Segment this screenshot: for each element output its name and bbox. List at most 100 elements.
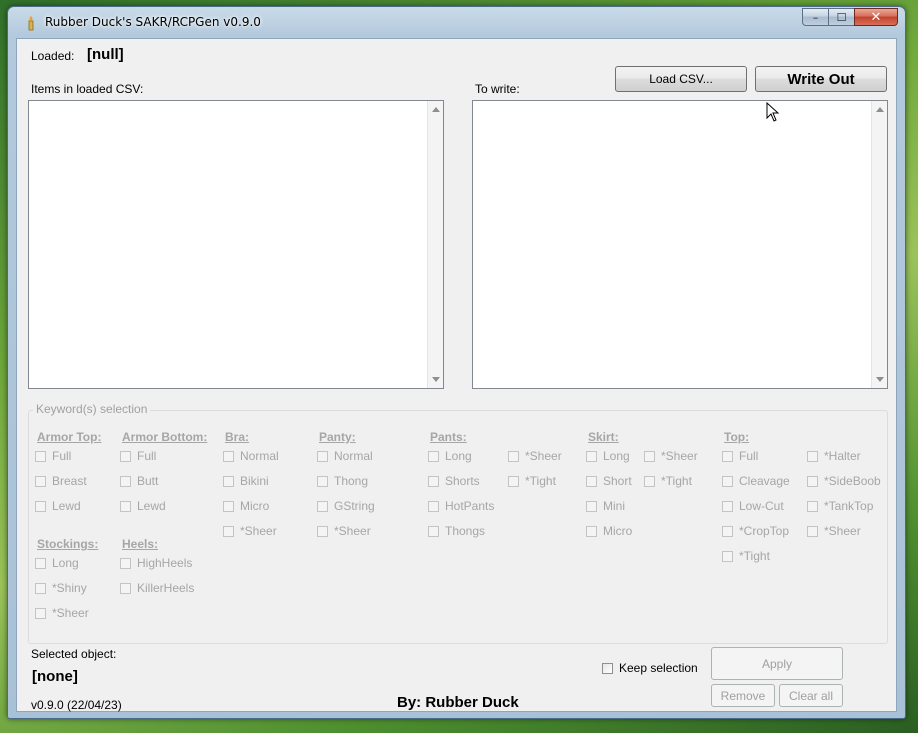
skirt-long-checkbox[interactable]: Long [586, 449, 630, 463]
checkbox-box[interactable] [807, 500, 818, 512]
skirt-micro-checkbox[interactable]: Micro [586, 524, 632, 538]
remove-button[interactable]: Remove [711, 684, 775, 707]
skirt-mini-checkbox[interactable]: Mini [586, 499, 625, 513]
armor-top-breast-checkbox[interactable]: Breast [35, 474, 87, 488]
armor-bottom-butt-checkbox[interactable]: Butt [120, 474, 158, 488]
checkbox-box[interactable] [317, 475, 328, 487]
checkbox-box[interactable] [508, 450, 519, 462]
checkbox-box[interactable] [35, 557, 46, 569]
checkbox-box[interactable] [35, 582, 46, 594]
top-cleavage-checkbox[interactable]: Cleavage [722, 474, 790, 488]
checkbox-box[interactable] [35, 607, 46, 619]
armor-top-full-checkbox[interactable]: Full [35, 449, 71, 463]
panty-thong-checkbox[interactable]: Thong [317, 474, 368, 488]
top-full-checkbox[interactable]: Full [722, 449, 758, 463]
checkbox-box[interactable] [120, 582, 131, 594]
scroll-down-icon[interactable] [432, 377, 440, 382]
armor-bottom-full-checkbox[interactable]: Full [120, 449, 156, 463]
pants-shorts-checkbox[interactable]: Shorts [428, 474, 480, 488]
checkbox-box[interactable] [586, 525, 597, 537]
title-bar[interactable]: Rubber Duck's SAKR/RCPGen v0.9.0 – ☐ ✕ [8, 7, 905, 39]
heels-highheels-checkbox[interactable]: HighHeels [120, 556, 192, 570]
checkbox-box[interactable] [35, 450, 46, 462]
checkbox-box[interactable] [120, 500, 131, 512]
scroll-up-icon[interactable] [432, 107, 440, 112]
panty-sheer-checkbox[interactable]: *Sheer [317, 524, 371, 538]
pants-long-checkbox[interactable]: Long [428, 449, 472, 463]
apply-button[interactable]: Apply [711, 647, 843, 680]
armor-top-lewd-checkbox[interactable]: Lewd [35, 499, 81, 513]
top-tanktop-checkbox[interactable]: *TankTop [807, 499, 873, 513]
heels-killerheels-checkbox[interactable]: KillerHeels [120, 581, 194, 595]
checkbox-box[interactable] [120, 450, 131, 462]
checkbox-box[interactable] [644, 475, 655, 487]
minimize-button[interactable]: – [802, 8, 828, 26]
top-tight-checkbox[interactable]: *Tight [722, 549, 770, 563]
skirt-sheer-checkbox[interactable]: *Sheer [644, 449, 698, 463]
clear-all-button[interactable]: Clear all [779, 684, 843, 707]
checkbox-box[interactable] [807, 450, 818, 462]
items-scrollbar[interactable] [427, 101, 443, 388]
checkbox-box[interactable] [722, 475, 733, 487]
panty-gstring-checkbox[interactable]: GString [317, 499, 375, 513]
stockings-shiny-checkbox[interactable]: *Shiny [35, 581, 87, 595]
checkbox-box[interactable] [722, 525, 733, 537]
scroll-up-icon[interactable] [876, 107, 884, 112]
pants-sheer-checkbox[interactable]: *Sheer [508, 449, 562, 463]
bra-bikini-checkbox[interactable]: Bikini [223, 474, 269, 488]
bra-normal-checkbox[interactable]: Normal [223, 449, 279, 463]
pants-hotpants-checkbox[interactable]: HotPants [428, 499, 494, 513]
keep-selection-checkbox[interactable]: Keep selection [602, 661, 698, 675]
checkbox-box[interactable] [428, 525, 439, 537]
load-csv-button[interactable]: Load CSV... [615, 66, 747, 92]
pants-thongs-checkbox[interactable]: Thongs [428, 524, 485, 538]
checkbox-box[interactable] [317, 525, 328, 537]
stockings-long-checkbox[interactable]: Long [35, 556, 79, 570]
top-sideboob-checkbox[interactable]: *SideBoob [807, 474, 881, 488]
checkbox-box[interactable] [586, 475, 597, 487]
checkbox-box[interactable] [508, 475, 519, 487]
items-listbox[interactable] [28, 100, 444, 389]
top-halter-checkbox[interactable]: *Halter [807, 449, 861, 463]
top-lowcut-checkbox[interactable]: Low-Cut [722, 499, 784, 513]
checkbox-box[interactable] [223, 500, 234, 512]
bra-sheer-checkbox[interactable]: *Sheer [223, 524, 277, 538]
checkbox-box[interactable] [223, 475, 234, 487]
stockings-sheer-checkbox[interactable]: *Sheer [35, 606, 89, 620]
checkbox-box[interactable] [722, 500, 733, 512]
bra-micro-checkbox[interactable]: Micro [223, 499, 269, 513]
checkbox-box[interactable] [428, 500, 439, 512]
maximize-button[interactable]: ☐ [828, 8, 854, 26]
top-sheer-checkbox[interactable]: *Sheer [807, 524, 861, 538]
checkbox-box[interactable] [586, 450, 597, 462]
close-button[interactable]: ✕ [854, 8, 898, 26]
checkbox-box[interactable] [428, 450, 439, 462]
checkbox-box[interactable] [35, 475, 46, 487]
armor-bottom-lewd-checkbox[interactable]: Lewd [120, 499, 166, 513]
skirt-tight-checkbox[interactable]: *Tight [644, 474, 692, 488]
scroll-down-icon[interactable] [876, 377, 884, 382]
checkbox-box[interactable] [317, 500, 328, 512]
checkbox-box[interactable] [428, 475, 439, 487]
checkbox-box[interactable] [35, 500, 46, 512]
checkbox-box[interactable] [807, 525, 818, 537]
to-write-listbox[interactable] [472, 100, 888, 389]
top-croptop-checkbox[interactable]: *CropTop [722, 524, 789, 538]
panty-normal-checkbox[interactable]: Normal [317, 449, 373, 463]
checkbox-box[interactable] [722, 550, 733, 562]
checkbox-box[interactable] [223, 450, 234, 462]
skirt-short-checkbox[interactable]: Short [586, 474, 632, 488]
pants-tight-checkbox[interactable]: *Tight [508, 474, 556, 488]
checkbox-box[interactable] [602, 662, 613, 674]
loaded-label: Loaded: [31, 49, 75, 63]
checkbox-box[interactable] [223, 525, 234, 537]
checkbox-box[interactable] [317, 450, 328, 462]
checkbox-box[interactable] [120, 475, 131, 487]
checkbox-box[interactable] [807, 475, 818, 487]
checkbox-box[interactable] [722, 450, 733, 462]
write-out-button[interactable]: Write Out [755, 66, 887, 92]
checkbox-box[interactable] [586, 500, 597, 512]
to-write-scrollbar[interactable] [871, 101, 887, 388]
checkbox-box[interactable] [644, 450, 655, 462]
checkbox-box[interactable] [120, 557, 131, 569]
